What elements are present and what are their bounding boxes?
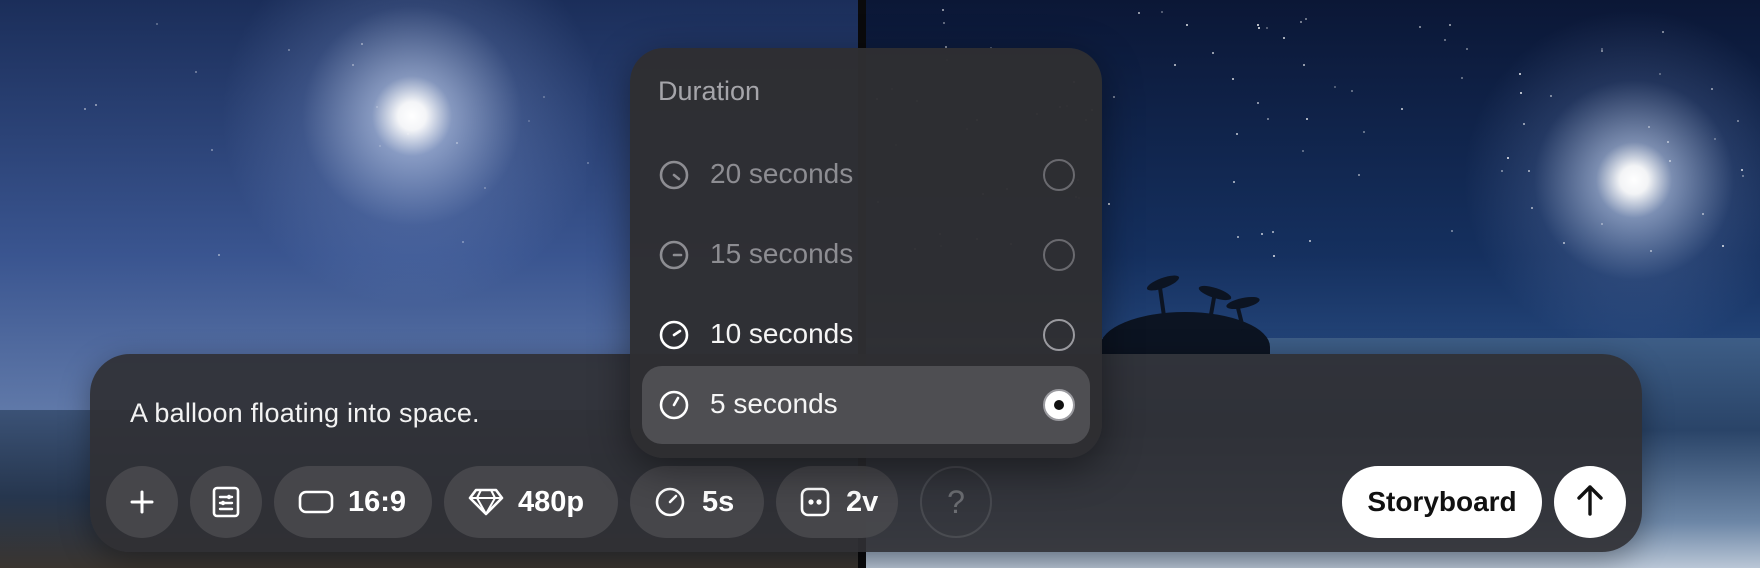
settings-list-icon [211,486,241,518]
duration-option-5[interactable]: 5 seconds [642,366,1090,444]
star [1173,64,1176,67]
radio-button[interactable] [1043,239,1075,271]
star [942,21,945,24]
duration-option-label: 20 seconds [710,158,854,189]
help-button[interactable]: ? [920,466,992,538]
duration-button[interactable]: 5s [630,466,764,538]
star [1112,95,1115,98]
star [1658,72,1661,75]
star [1448,23,1451,26]
star [156,22,159,25]
star [351,63,354,66]
add-button[interactable] [106,466,178,538]
timer-15-icon [658,239,690,271]
star [1363,130,1366,133]
storyboard-button[interactable]: Storyboard [1342,466,1542,538]
timer-icon [654,486,686,518]
star [1522,122,1525,125]
resolution-value: 480p [518,485,585,518]
timer-20-icon [658,159,690,191]
star [406,132,409,135]
star [1668,159,1671,162]
duration-menu: Duration 20 seconds 15 seconds 10 second… [630,48,1102,458]
duration-option-label: 15 seconds [710,238,854,269]
star [1304,17,1307,20]
storyboard-label: Storyboard [1367,486,1517,517]
star [1308,239,1311,242]
duration-option-label: 10 seconds [710,318,854,349]
star [1271,230,1274,233]
star [1231,77,1234,80]
variations-icon [800,487,830,517]
radio-button[interactable] [1043,159,1075,191]
star [1507,156,1510,159]
star [1256,102,1259,105]
arrow-up-icon [1574,483,1606,522]
submit-button[interactable] [1554,466,1626,538]
star [1301,149,1304,152]
aspect-ratio-value: 16:9 [348,485,407,518]
timer-5-icon [658,389,690,421]
star [378,145,381,148]
star [1465,47,1468,50]
star [287,49,290,52]
help-label: ? [947,483,965,520]
duration-option-20[interactable]: 20 seconds [642,136,1090,214]
star [1299,20,1302,23]
timer-10-icon [658,319,690,351]
duration-option-10[interactable]: 10 seconds [642,296,1090,374]
radio-button[interactable] [1043,319,1075,351]
duration-menu-title: Duration [658,76,761,106]
star [1562,241,1565,244]
variations-value: 2v [846,485,879,518]
radio-button-selected[interactable] [1043,389,1075,421]
aspect-ratio-button[interactable]: 16:9 [274,466,432,538]
resolution-button[interactable]: 480p [444,466,618,538]
plus-icon [128,488,156,516]
duration-value: 5s [702,485,735,518]
prompt-input[interactable]: A balloon floating into space. [130,398,480,429]
rectangle-icon [298,489,334,515]
presets-button[interactable] [190,466,262,538]
diamond-icon [468,487,504,517]
star [455,141,458,144]
star [1137,11,1140,14]
duration-option-label: 5 seconds [710,388,838,419]
star [1266,118,1269,121]
star [1232,181,1235,184]
star [1282,36,1285,39]
star [1303,63,1306,66]
variations-button[interactable]: 2v [776,466,898,538]
duration-option-15[interactable]: 15 seconds [642,216,1090,294]
